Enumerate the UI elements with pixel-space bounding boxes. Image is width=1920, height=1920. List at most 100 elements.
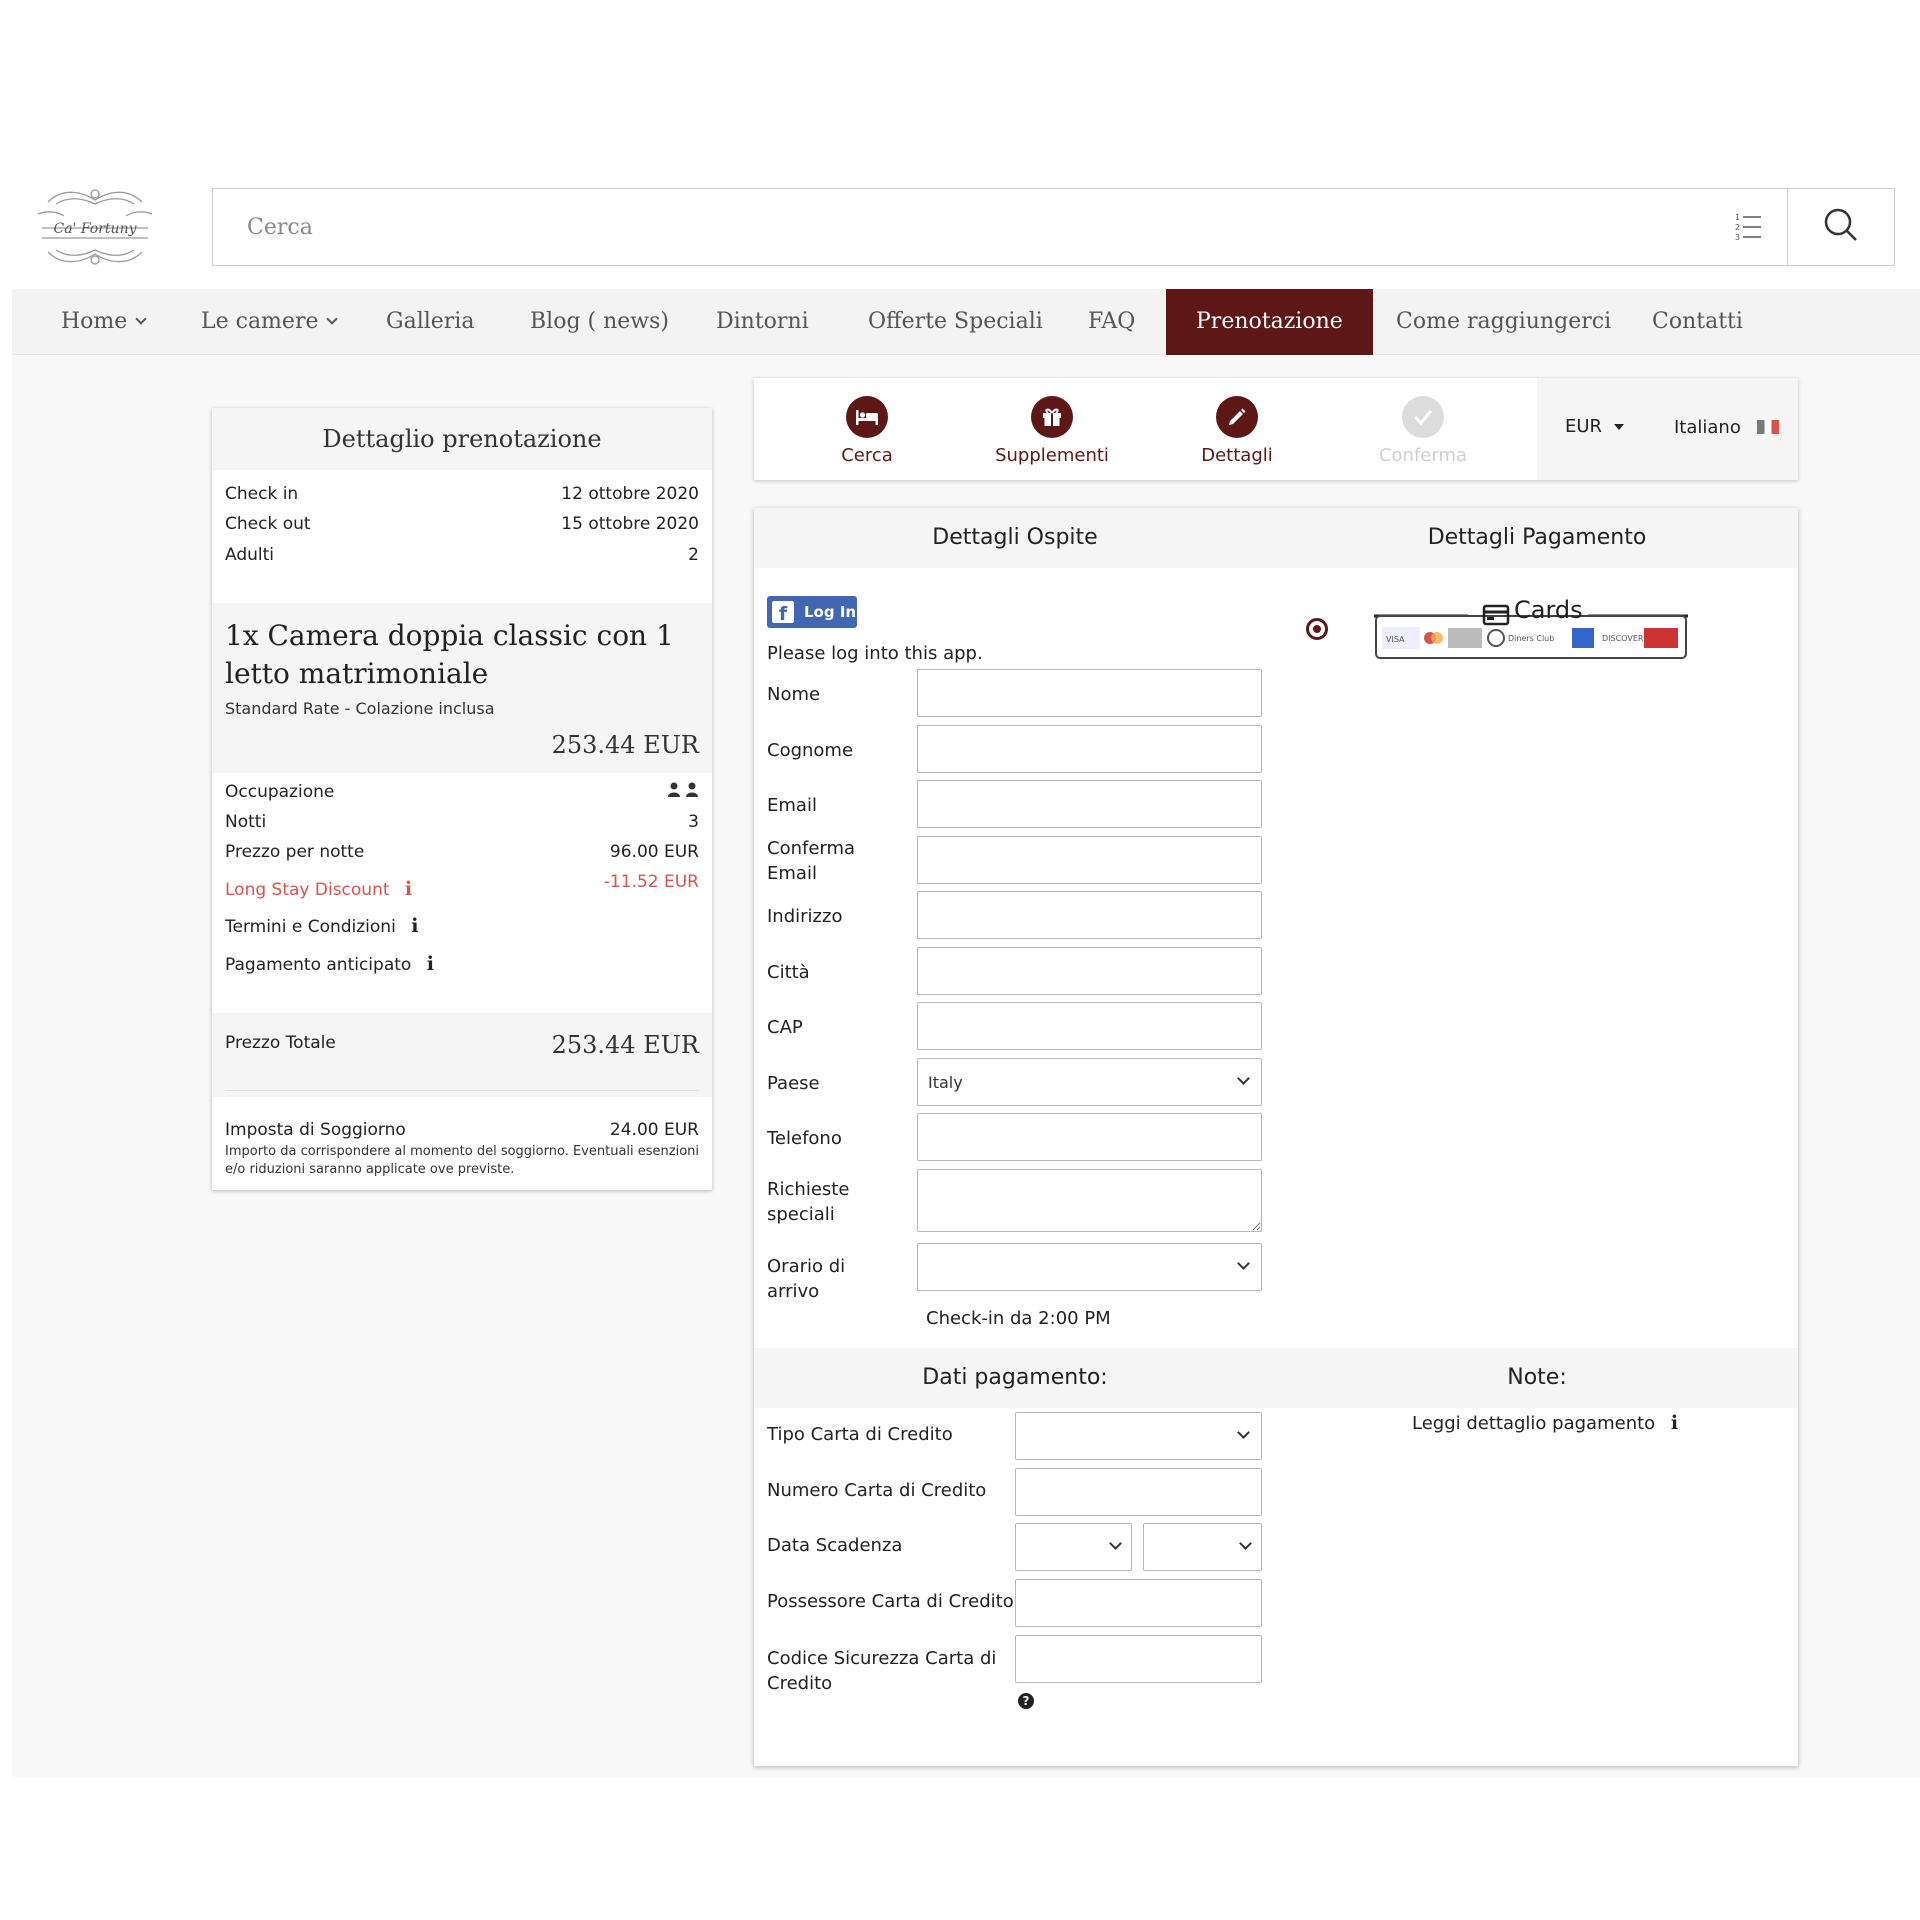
svg-text:VISA: VISA xyxy=(1386,635,1405,644)
check-out-label: Check out xyxy=(225,514,311,534)
guest-payment-header: Dettagli Ospite Dettagli Pagamento xyxy=(754,508,1798,568)
tax-value: 24.00 EUR xyxy=(609,1120,699,1140)
svg-text:1: 1 xyxy=(1735,213,1740,222)
nav-directions[interactable]: Come raggiungerci xyxy=(1396,289,1611,355)
nav-rooms-label: Le camere xyxy=(201,309,319,334)
arrival-time-select[interactable] xyxy=(917,1243,1262,1291)
info-icon[interactable]: i xyxy=(427,953,434,975)
adults-label: Adulti xyxy=(225,545,275,565)
expiry-year-select[interactable] xyxy=(1143,1523,1262,1571)
room-block: 1x Camera doppia classic con 1 letto mat… xyxy=(212,603,712,773)
tax-note: Importo da corrispondere al momento del … xyxy=(225,1144,700,1177)
step-supplements[interactable]: Supplementi xyxy=(982,396,1122,466)
expiry-label: Data Scadenza xyxy=(767,1535,903,1556)
total-block: Prezzo Totale 253.44 EUR xyxy=(212,1013,712,1097)
zip-input[interactable] xyxy=(917,1002,1262,1050)
first-name-label: Nome xyxy=(767,684,821,705)
discount-row: Long Stay Discount i -11.52 EUR xyxy=(225,872,699,900)
hotel-logo[interactable]: Ca' Fortuny xyxy=(28,182,162,272)
nav-contacts[interactable]: Contatti xyxy=(1652,289,1743,355)
currency-selector[interactable]: EUR xyxy=(1565,416,1624,437)
zip-label: CAP xyxy=(767,1017,803,1038)
nav-rooms[interactable]: Le camere xyxy=(201,289,339,355)
expiry-month-select[interactable] xyxy=(1015,1523,1132,1571)
card-type-select-wrap xyxy=(1015,1412,1262,1460)
step-search-label: Cerca xyxy=(841,445,893,466)
summary-title: Dettaglio prenotazione xyxy=(212,408,712,470)
cvv-input[interactable] xyxy=(1015,1635,1262,1683)
phone-input[interactable] xyxy=(917,1113,1262,1161)
tax-label: Imposta di Soggiorno xyxy=(225,1120,406,1140)
language-selector[interactable]: Italiano xyxy=(1674,417,1779,438)
country-select-wrap: Italy xyxy=(917,1058,1262,1106)
country-label: Paese xyxy=(767,1073,820,1094)
checkin-note: Check-in da 2:00 PM xyxy=(926,1308,1111,1329)
numbered-list-icon[interactable]: 123 xyxy=(1733,211,1763,243)
cards-logo[interactable]: VISA Diners Club DISCOVER Cards xyxy=(1374,596,1688,660)
step-confirm: Conferma xyxy=(1353,396,1493,466)
nav-offers[interactable]: Offerte Speciali xyxy=(868,289,1043,355)
card-type-select[interactable] xyxy=(1015,1412,1262,1460)
nav-booking[interactable]: Prenotazione xyxy=(1166,289,1373,355)
step-confirm-label: Conferma xyxy=(1378,445,1468,466)
confirm-email-input[interactable] xyxy=(917,836,1262,884)
search-button[interactable] xyxy=(1787,189,1894,265)
total-label: Prezzo Totale xyxy=(225,1033,336,1053)
price-per-night-label: Prezzo per notte xyxy=(225,842,365,862)
terms-row: Termini e Condizioni i xyxy=(225,915,699,937)
step-search[interactable]: Cerca xyxy=(797,396,937,466)
svg-text:3: 3 xyxy=(1735,233,1740,242)
info-icon[interactable]: i xyxy=(405,878,412,900)
email-input[interactable] xyxy=(917,780,1262,828)
payment-method-radio[interactable] xyxy=(1306,618,1328,640)
address-input[interactable] xyxy=(917,891,1262,939)
svg-text:Diners Club: Diners Club xyxy=(1508,634,1554,643)
discount-value: -11.52 EUR xyxy=(603,872,699,892)
italy-flag-icon xyxy=(1756,420,1779,434)
info-icon: i xyxy=(1670,1412,1679,1434)
city-input[interactable] xyxy=(917,947,1262,995)
card-holder-input[interactable] xyxy=(1015,1579,1262,1627)
nav-faq[interactable]: FAQ xyxy=(1088,289,1135,355)
nav-gallery[interactable]: Galleria xyxy=(386,289,474,355)
nav-blog[interactable]: Blog ( news) xyxy=(530,289,669,355)
special-requests-input[interactable] xyxy=(917,1169,1262,1232)
booking-steps: Cerca Supplementi Dettagli Conferma EUR … xyxy=(754,378,1798,480)
facebook-login-button[interactable]: f Log In xyxy=(767,596,857,628)
step-supplements-label: Supplementi xyxy=(995,445,1109,466)
svg-text:DISCOVER: DISCOVER xyxy=(1602,634,1644,643)
question-icon[interactable]: ? xyxy=(1018,1693,1034,1709)
nav-home[interactable]: Home xyxy=(61,289,147,355)
room-name: 1x Camera doppia classic con 1 letto mat… xyxy=(225,619,674,690)
guest-heading: Dettagli Ospite xyxy=(932,525,1098,550)
check-out-value: 15 ottobre 2020 xyxy=(561,514,699,534)
room-rate: Standard Rate - Colazione inclusa xyxy=(225,699,495,718)
pencil-icon xyxy=(1216,396,1258,438)
card-holder-label: Possessore Carta di Credito xyxy=(767,1591,1014,1612)
facebook-icon: f xyxy=(772,601,794,625)
main-nav: Home Le camere Galleria Blog ( news) Din… xyxy=(12,289,1920,355)
info-icon[interactable]: i xyxy=(411,915,418,937)
last-name-input[interactable] xyxy=(917,725,1262,773)
first-name-input[interactable] xyxy=(917,669,1262,717)
nav-surroundings[interactable]: Dintorni xyxy=(716,289,809,355)
card-number-input[interactable] xyxy=(1015,1468,1262,1516)
language-value: Italiano xyxy=(1674,417,1741,438)
search-input[interactable] xyxy=(213,189,1786,265)
country-select[interactable]: Italy xyxy=(917,1058,1262,1106)
card-number-label: Numero Carta di Credito xyxy=(767,1480,987,1501)
booking-summary: Dettaglio prenotazione Check in 12 ottob… xyxy=(212,408,712,1190)
two-persons-icon xyxy=(667,782,699,803)
phone-label: Telefono xyxy=(767,1128,842,1149)
payment-info-label: Leggi dettaglio pagamento xyxy=(1412,1413,1656,1434)
step-details[interactable]: Dettagli xyxy=(1167,396,1307,466)
payment-info-link[interactable]: Leggi dettaglio pagamento i xyxy=(1412,1412,1678,1434)
arrival-time-select-wrap xyxy=(917,1243,1262,1291)
payment-heading: Dati pagamento: xyxy=(922,1365,1108,1390)
chevron-down-icon xyxy=(135,313,147,325)
check-in-label: Check in xyxy=(225,484,299,504)
facebook-login-label: Log In xyxy=(804,603,857,621)
cvv-label: Codice Sicurezza Carta di Credito xyxy=(767,1648,997,1694)
nights-row: Notti 3 xyxy=(225,812,699,832)
step-details-label: Dettagli xyxy=(1201,445,1273,466)
